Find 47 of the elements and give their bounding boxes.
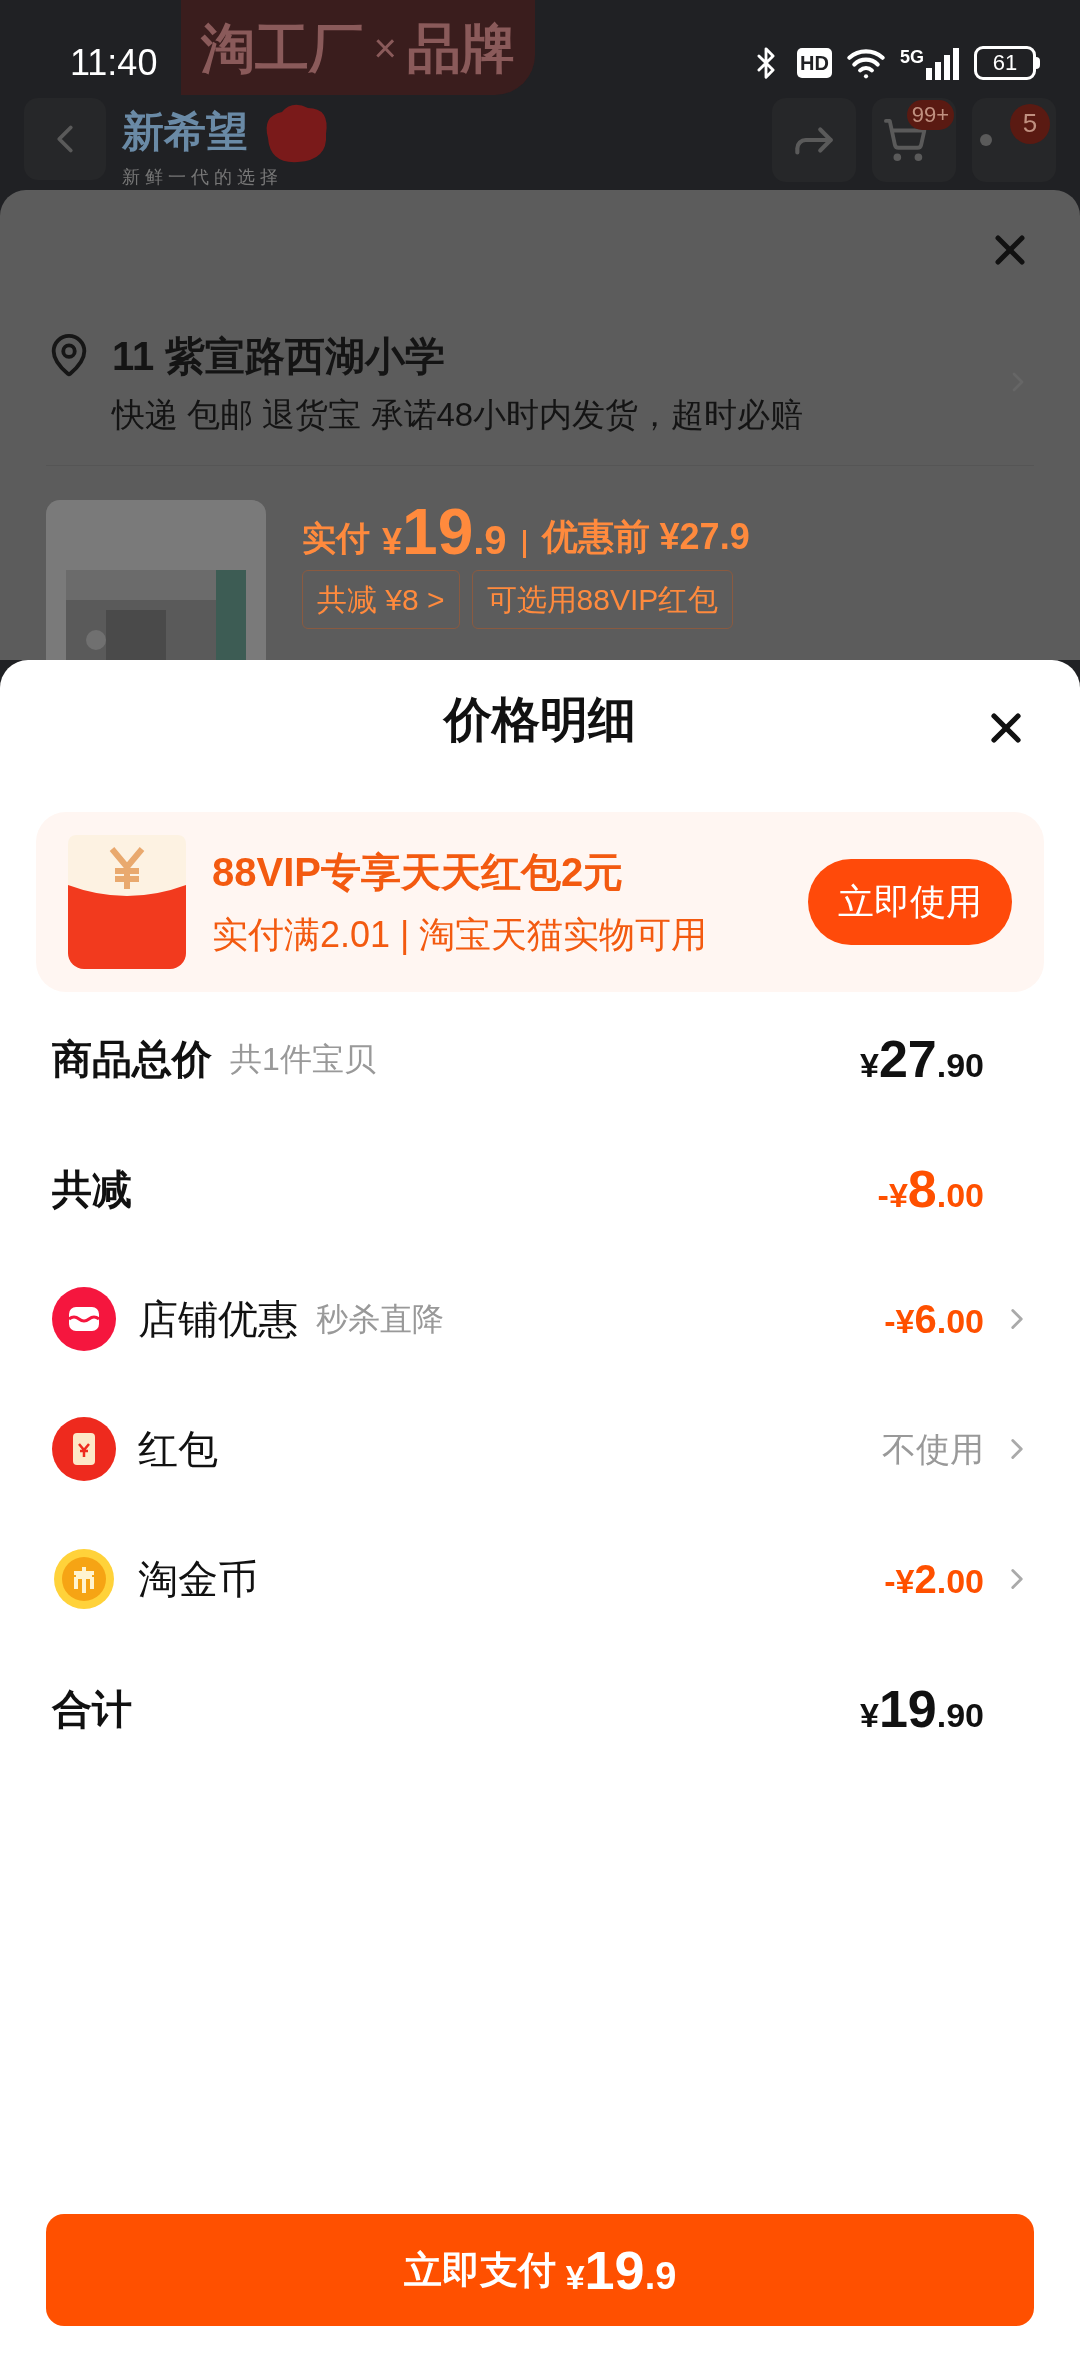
coin-icon: [52, 1547, 116, 1611]
row-label: 店铺优惠: [138, 1296, 298, 1343]
dot-icon: [980, 133, 992, 146]
row-note: 秒杀直降: [316, 1300, 444, 1339]
original-price: 优惠前 ¥27.9: [541, 515, 750, 559]
share-button[interactable]: [772, 97, 856, 182]
address-detail: 快递 包邮 退货宝 承诺48小时内发货，超时必赔: [112, 394, 805, 435]
battery-icon: 61: [974, 46, 1036, 80]
price-tag: 共减 ¥8 >: [302, 570, 460, 629]
row-label: 商品总价: [52, 1036, 212, 1083]
brand-slogan: 新 鲜 一 代 的 选 择: [122, 165, 279, 189]
price-amount: -¥8.00: [877, 1159, 984, 1220]
price-tag: 可选用88VIP红包: [471, 570, 734, 629]
brand-logo: 新希望: [122, 106, 248, 157]
address-title: 11 紫宣路西湖小学: [112, 332, 447, 380]
price-amount: -¥2.00: [884, 1556, 984, 1603]
sheet-title: 价格明细: [444, 692, 636, 748]
row-label: 合计: [52, 1686, 132, 1733]
row-label: 红包: [138, 1426, 218, 1473]
promo-subtitle: 实付满2.01 | 淘宝天猫实物可用: [212, 913, 709, 957]
back-button[interactable]: [24, 97, 106, 180]
store-icon: [52, 1287, 116, 1351]
price-amount: ¥27.90: [859, 1029, 984, 1090]
price-amount: ¥19.90: [859, 1679, 984, 1740]
hd-icon: HD: [797, 48, 832, 78]
banner-text: 品牌: [406, 20, 515, 75]
money-envelope-icon: [68, 835, 186, 969]
cart-button[interactable]: 99+: [872, 97, 956, 182]
row-value[interactable]: 不使用: [882, 1423, 984, 1475]
more-button[interactable]: 5: [972, 97, 1056, 182]
status-time: 11:40: [70, 41, 158, 85]
cart-badge: 99+: [906, 99, 954, 130]
row-label: 淘金币: [138, 1556, 258, 1603]
paid-label: 实付: [302, 518, 370, 559]
pay-now-button[interactable]: 立即支付 ¥19.9: [46, 2214, 1034, 2326]
message-badge: 5: [1010, 103, 1050, 144]
money-envelope-icon: [52, 1417, 116, 1481]
banner-text: 淘工厂: [201, 20, 364, 75]
paid-price: ¥19.9: [382, 500, 507, 564]
price-amount: -¥6.00: [884, 1296, 984, 1343]
promo-title: 88VIP专享天天红包2元: [212, 849, 625, 896]
use-now-button[interactable]: 立即使用: [808, 859, 1012, 945]
row-note: 共1件宝贝: [230, 1040, 376, 1079]
banner-text: ×: [373, 27, 397, 68]
network-label: 5G: [900, 48, 924, 66]
row-label: 共减: [52, 1166, 132, 1213]
signal-icon: [926, 46, 960, 80]
